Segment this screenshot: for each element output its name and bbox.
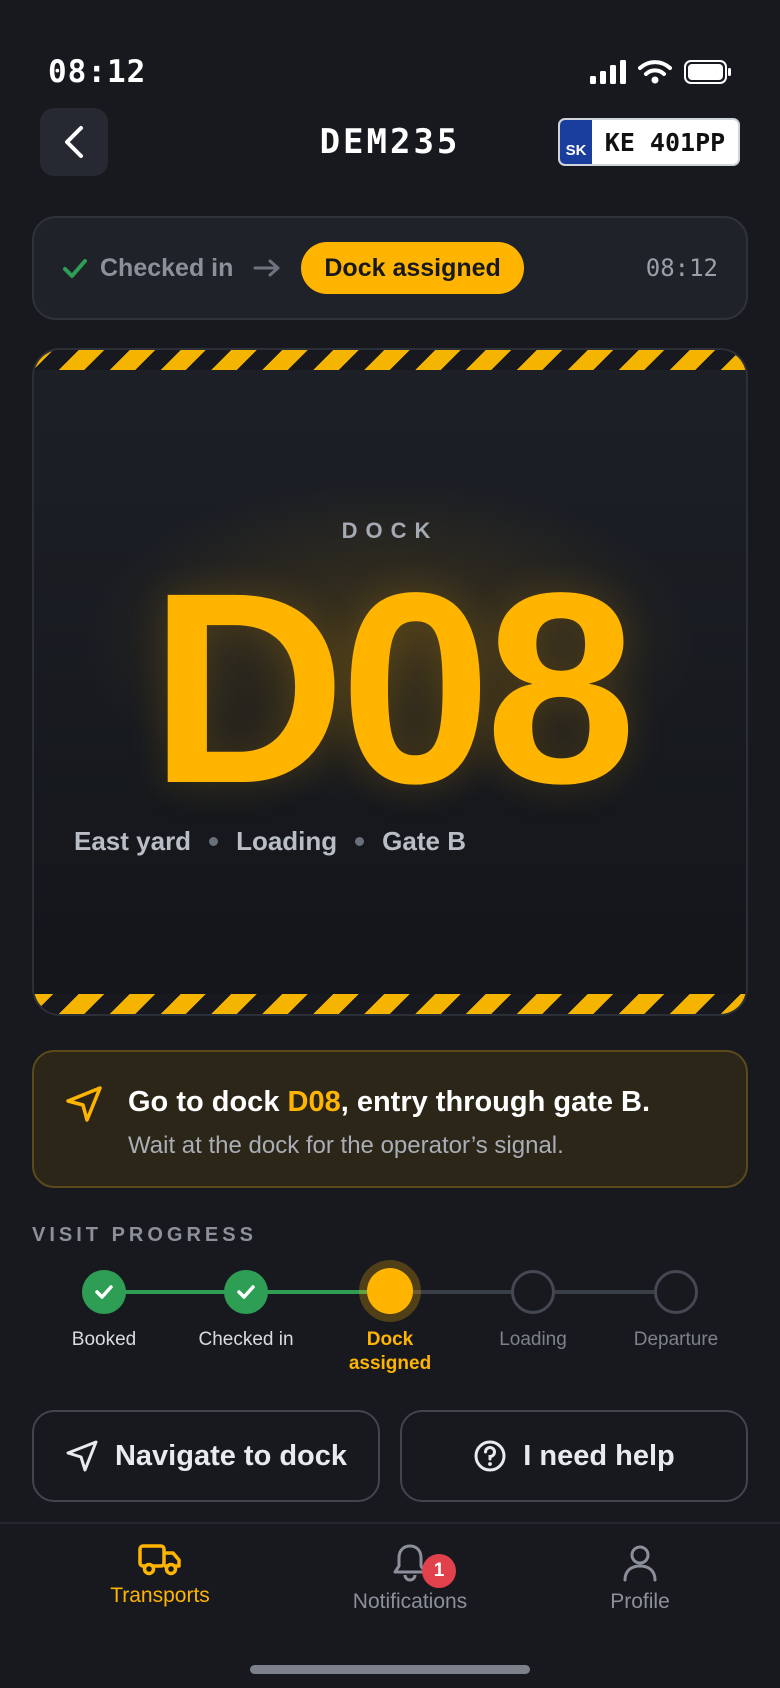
status-bar: 08:12 [48,50,732,94]
header: DEM235 SK KE 401PP [40,108,740,176]
hazard-stripe-bottom [34,994,746,1014]
step-departure-label: Departure [633,1329,719,1350]
tab-profile[interactable]: Profile [540,1542,740,1614]
progress-title: VISIT PROGRESS [32,1224,257,1246]
instruction-dock-code: D08 [287,1086,341,1118]
status-timestamp: 08:12 [645,254,718,282]
previous-status-label: Checked in [100,253,234,282]
status-icons [590,60,732,84]
step-booked-node [82,1270,126,1314]
battery-icon [684,60,731,84]
step-loading-node [511,1270,555,1314]
step-checked-in-label: Checked in [198,1329,294,1350]
tab-transports-label: Transports [110,1584,210,1607]
separator-dot [355,837,365,846]
tab-bar: Transports Notifications 1 Profile [0,1522,780,1688]
user-icon [623,1545,657,1582]
home-indicator [250,1665,530,1674]
navigate-to-dock-button[interactable]: Navigate to dock [32,1410,380,1502]
signal-icon [590,60,626,84]
plate-country-code: SK [560,120,592,164]
help-button[interactable]: I need help [400,1410,748,1502]
status-time: 08:12 [48,54,147,90]
separator-dot [209,837,219,846]
tab-notifications-label: Notifications [352,1590,468,1613]
wifi-icon [638,60,672,84]
current-status-badge: Dock assigned [301,242,524,294]
step-departure-node [654,1270,698,1314]
instruction-title-suffix: , entry through gate B. [340,1086,651,1118]
dock-operation: Loading [236,826,338,856]
dock-gate: Gate B [382,826,466,856]
help-label: I need help [523,1439,675,1472]
navigate-to-dock-label: Navigate to dock [114,1439,348,1472]
dock-details: East yard Loading Gate B [74,826,466,857]
license-plate: SK KE 401PP [558,118,740,166]
tab-notifications[interactable]: Notifications 1 [310,1542,510,1614]
navigation-arrow-icon [66,1086,102,1122]
tab-profile-label: Profile [610,1590,670,1613]
visit-status-card: Checked in Dock assigned 08:12 [32,216,748,320]
navigation-arrow-icon [66,1440,98,1472]
truck-icon [138,1544,181,1576]
step-dock-assigned-node [367,1268,413,1314]
dock-yard: East yard [74,826,192,856]
instruction-title: Go to dock D08, entry through gate B. [128,1086,650,1119]
step-dock-assigned-label: Dock assigned [348,1329,432,1374]
dock-code: D08 [149,536,637,840]
plate-number: KE 401PP [604,127,726,157]
instruction-subtitle: Wait at the dock for the operator’s sign… [128,1132,564,1159]
instruction-title-prefix: Go to dock [128,1086,288,1118]
check-icon [95,1285,113,1299]
dock-assignment-card: DOCK D08 East yard Loading Gate B [32,348,748,1016]
step-loading-label: Loading [499,1329,567,1350]
check-icon [237,1285,255,1299]
step-checked-in-node [224,1270,268,1314]
tab-transports[interactable]: Transports [60,1542,260,1608]
check-icon [63,259,87,278]
instruction-banner: Go to dock D08, entry through gate B. Wa… [32,1050,748,1188]
help-circle-icon [474,1440,506,1472]
step-booked-label: Booked [71,1329,137,1350]
arrow-right-icon [253,259,280,277]
hazard-stripe-top [34,350,746,370]
notifications-badge: 1 [422,1554,456,1588]
